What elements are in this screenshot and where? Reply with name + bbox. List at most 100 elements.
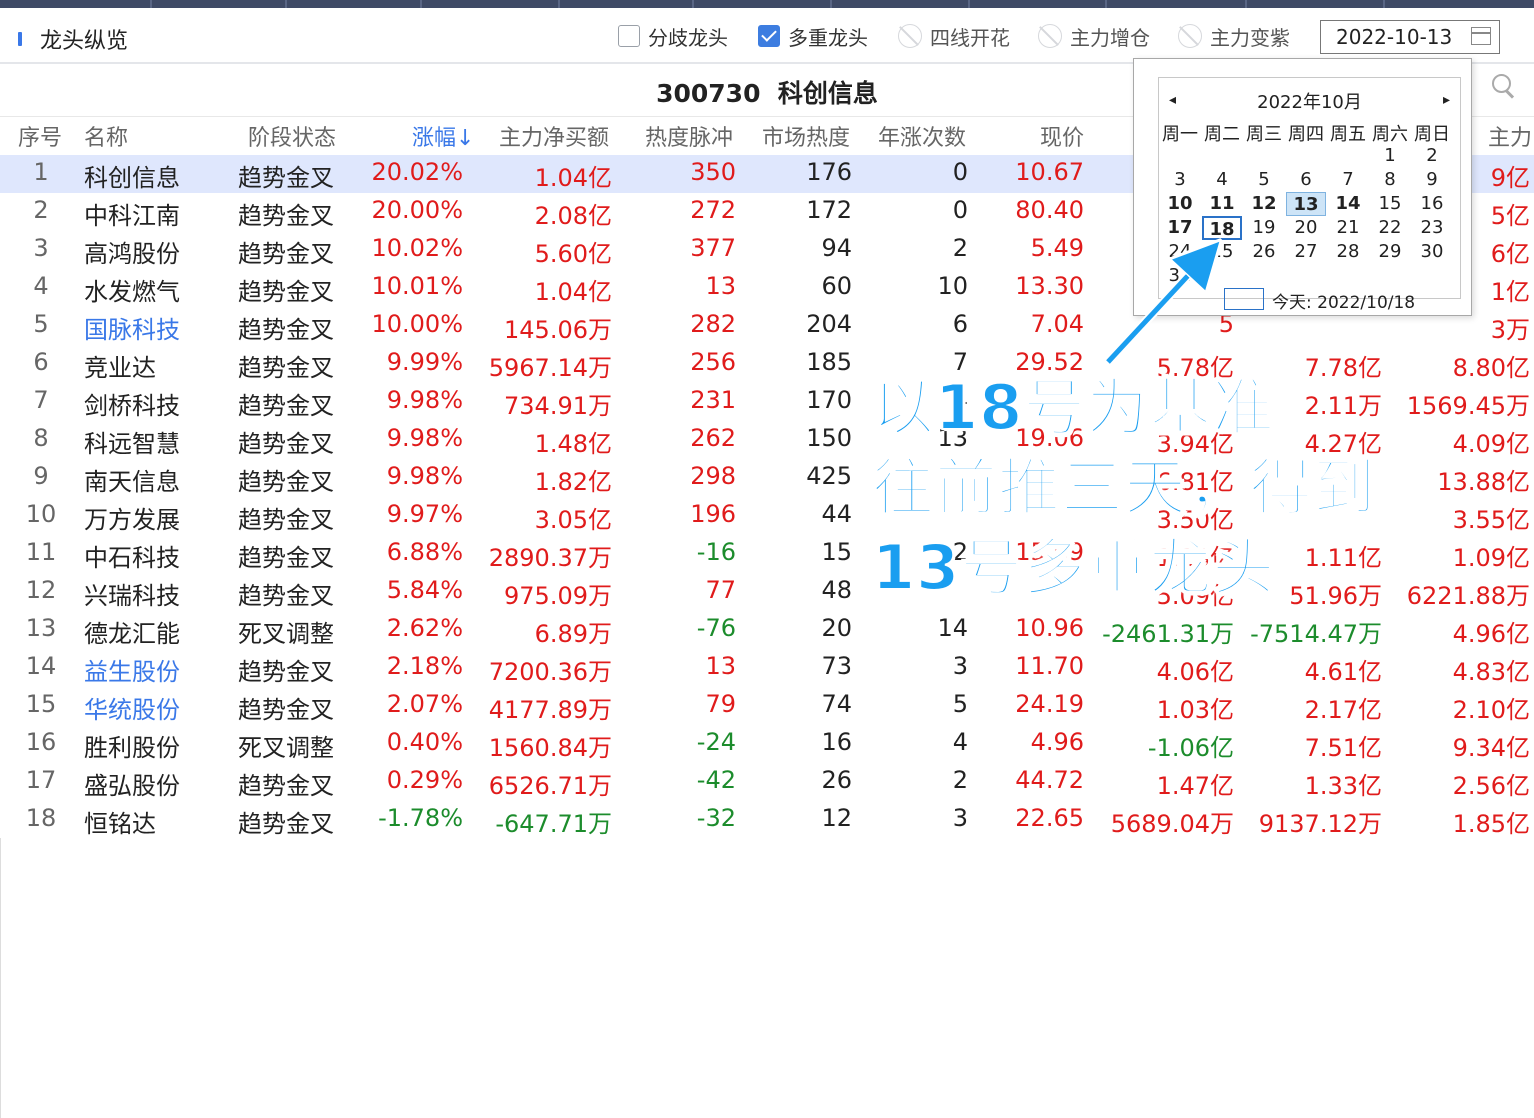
calendar-day[interactable]: 24 bbox=[1160, 240, 1200, 264]
cell-c2: 4.61亿 bbox=[1304, 658, 1382, 686]
table-row[interactable]: 17 盛弘股份 趋势金叉 0.29% 6526.71万 -42 26 2 44.72 1.47亿 1… bbox=[0, 763, 1534, 801]
calendar-day[interactable]: 15 bbox=[1370, 192, 1410, 216]
cell-c3: 9.34亿 bbox=[1452, 734, 1530, 762]
calendar-day[interactable]: 21 bbox=[1328, 216, 1368, 240]
cell-stage: 趋势金叉 bbox=[238, 392, 334, 420]
cell-heat-pulse: 298 bbox=[690, 462, 736, 490]
cell-name: 胜利股份 bbox=[84, 734, 180, 762]
table-row[interactable]: 14 益生股份 趋势金叉 2.18% 7200.36万 13 73 3 11.70 4.06亿 4.… bbox=[0, 649, 1534, 687]
calendar-day[interactable]: 13 bbox=[1286, 192, 1326, 216]
col-change-sorted[interactable]: 涨幅↓ bbox=[412, 120, 474, 152]
date-picker-field[interactable]: 2022-10-13 bbox=[1320, 20, 1500, 54]
col-market-heat[interactable]: 市场热度 bbox=[762, 120, 850, 152]
calendar-day[interactable]: 11 bbox=[1202, 192, 1242, 216]
col-seq[interactable]: 序号 bbox=[18, 120, 62, 152]
col-heat-pulse[interactable]: 热度脉冲 bbox=[645, 120, 733, 152]
checkbox-icon[interactable] bbox=[618, 25, 640, 47]
calendar-day[interactable]: 26 bbox=[1244, 240, 1284, 264]
col-price[interactable]: 现价 bbox=[1040, 120, 1084, 152]
today-label[interactable]: 今天: 2022/10/18 bbox=[1272, 288, 1415, 313]
col-extra[interactable]: 主力 bbox=[1488, 120, 1532, 152]
weekday-label: 周二 bbox=[1204, 124, 1240, 145]
weekday-label: 周六 bbox=[1372, 124, 1408, 145]
calendar-day[interactable]: 18 bbox=[1202, 216, 1242, 240]
cell-market-heat: 176 bbox=[806, 158, 852, 186]
calendar-day[interactable]: 23 bbox=[1412, 216, 1452, 240]
filter-multi-leader[interactable]: 多重龙头 bbox=[758, 22, 868, 50]
cell-seq: 7 bbox=[33, 386, 49, 414]
cell-price: 7.04 bbox=[1030, 310, 1084, 338]
filter-four-line-bloom[interactable]: 四线开花 bbox=[898, 22, 1010, 50]
calendar-day[interactable]: 20 bbox=[1286, 216, 1326, 240]
table-row[interactable]: 18 恒铭达 趋势金叉 -1.78% -647.71万 -32 12 3 22.65 5689.0… bbox=[0, 801, 1534, 839]
calendar-day[interactable]: 8 bbox=[1370, 168, 1410, 192]
filter-main-increase[interactable]: 主力增仓 bbox=[1038, 22, 1150, 50]
cell-name: 万方发展 bbox=[84, 506, 180, 534]
cell-market-heat: 74 bbox=[821, 690, 852, 718]
cell-market-heat: 425 bbox=[806, 462, 852, 490]
calendar-day[interactable]: 9 bbox=[1412, 168, 1452, 192]
calendar-icon[interactable] bbox=[1471, 27, 1491, 45]
calendar-day[interactable]: 29 bbox=[1370, 240, 1410, 264]
calendar-day[interactable]: 17 bbox=[1160, 216, 1200, 240]
cell-price: 44.72 bbox=[1015, 766, 1084, 794]
next-month-icon[interactable]: ▸ bbox=[1443, 92, 1450, 108]
calendar-day[interactable]: 5 bbox=[1244, 168, 1284, 192]
calendar-day[interactable]: 28 bbox=[1328, 240, 1368, 264]
cell-name: 南天信息 bbox=[84, 468, 180, 496]
cell-market-heat: 16 bbox=[821, 728, 852, 756]
filter-divergence-leader[interactable]: 分歧龙头 bbox=[618, 22, 728, 50]
calendar-day[interactable]: 3 bbox=[1160, 168, 1200, 192]
disabled-icon bbox=[1038, 24, 1062, 48]
calendar-day[interactable]: 14 bbox=[1328, 192, 1368, 216]
cell-change: 2.18% bbox=[386, 652, 463, 680]
calendar-day[interactable]: 27 bbox=[1286, 240, 1326, 264]
calendar-day[interactable]: 30 bbox=[1412, 240, 1452, 264]
search-icon[interactable] bbox=[1490, 72, 1520, 102]
annotation-line: 13号多重龙头 bbox=[871, 530, 1276, 605]
calendar-day[interactable]: 1 bbox=[1370, 144, 1410, 168]
calendar-day[interactable]: 6 bbox=[1286, 168, 1326, 192]
calendar-day[interactable]: 2 bbox=[1412, 144, 1452, 168]
today-marker-icon bbox=[1224, 288, 1264, 310]
table-row[interactable]: 16 胜利股份 死叉调整 0.40% 1560.84万 -24 16 4 4.96 -1.06亿 7… bbox=[0, 725, 1534, 763]
calendar-day[interactable]: 22 bbox=[1370, 216, 1410, 240]
top-tab-strip bbox=[0, 0, 1534, 8]
col-stage[interactable]: 阶段状态 bbox=[248, 120, 336, 152]
cell-seq: 8 bbox=[33, 424, 49, 452]
cell-net-buy: 5967.14万 bbox=[488, 354, 612, 382]
annotation-line: 往前推三天，得到 bbox=[871, 450, 1377, 525]
calendar-day[interactable]: 10 bbox=[1160, 192, 1200, 216]
cell-year-rises: 3 bbox=[952, 652, 968, 680]
calendar-day[interactable]: 31 bbox=[1160, 264, 1200, 288]
cell-c2: 9137.12万 bbox=[1258, 810, 1382, 838]
cell-c1: -1.06亿 bbox=[1147, 734, 1234, 762]
calendar-day[interactable]: 12 bbox=[1244, 192, 1284, 216]
cell-net-buy: 1560.84万 bbox=[488, 734, 612, 762]
filter-label: 主力增仓 bbox=[1070, 25, 1150, 50]
annotation-text: 以18号为基准 往前推三天，得到 13号多重龙头 bbox=[871, 368, 1377, 608]
cell-year-rises: 5 bbox=[952, 690, 968, 718]
checkbox-checked-icon[interactable] bbox=[758, 25, 780, 47]
calendar-day[interactable]: 16 bbox=[1412, 192, 1452, 216]
filter-label: 主力变紫 bbox=[1210, 25, 1290, 50]
calendar-day[interactable]: 19 bbox=[1244, 216, 1284, 240]
cell-c3: 4.83亿 bbox=[1452, 658, 1530, 686]
col-year-rises[interactable]: 年涨次数 bbox=[878, 120, 966, 152]
cell-year-rises: 14 bbox=[937, 614, 968, 642]
cell-heat-pulse: 282 bbox=[690, 310, 736, 338]
cell-stage: 趋势金叉 bbox=[238, 430, 334, 458]
col-name[interactable]: 名称 bbox=[84, 120, 128, 152]
table-row[interactable]: 15 华统股份 趋势金叉 2.07% 4177.89万 79 74 5 24.19 1.03亿 2.… bbox=[0, 687, 1534, 725]
calendar-day[interactable]: 25 bbox=[1202, 240, 1242, 264]
calendar-day[interactable]: 7 bbox=[1328, 168, 1368, 192]
filter-main-purple[interactable]: 主力变紫 bbox=[1178, 22, 1290, 50]
cell-seq: 14 bbox=[25, 652, 57, 680]
cell-change: 20.02% bbox=[371, 158, 463, 186]
table-row[interactable]: 13 德龙汇能 死叉调整 2.62% 6.89万 -76 20 14 10.96 -2461.31… bbox=[0, 611, 1534, 649]
cell-change: 10.01% bbox=[371, 272, 463, 300]
calendar-day[interactable]: 4 bbox=[1202, 168, 1242, 192]
cell-price: 10.96 bbox=[1015, 614, 1084, 642]
col-net-buy[interactable]: 主力净买额 bbox=[499, 120, 609, 152]
cell-c1: 5689.04万 bbox=[1110, 810, 1234, 838]
